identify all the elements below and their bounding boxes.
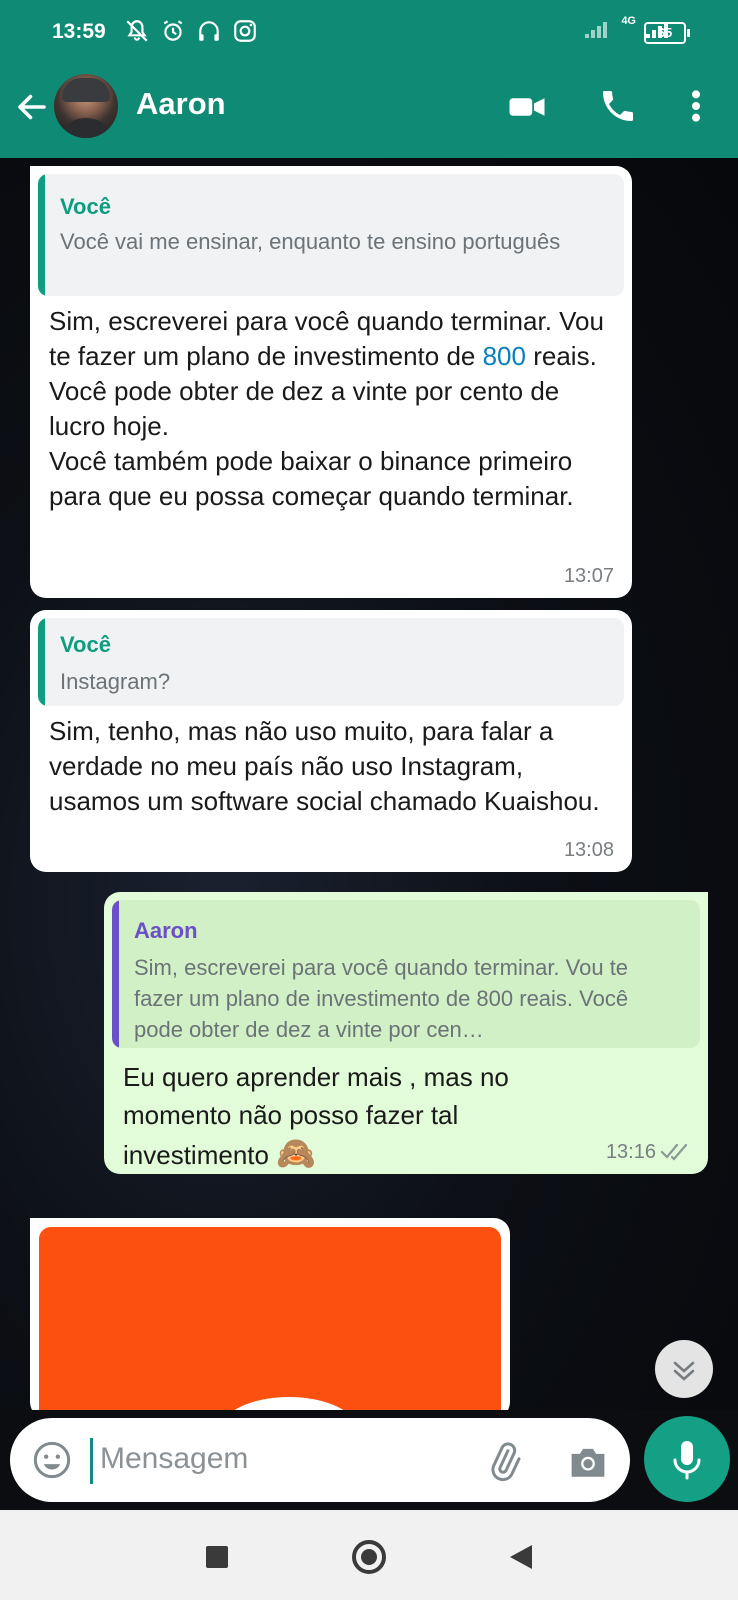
message-composer[interactable]: Mensagem <box>10 1418 630 1502</box>
image-message[interactable] <box>30 1218 510 1410</box>
chat-header: Aaron <box>0 64 738 158</box>
quote-author: Você <box>60 632 111 657</box>
message-input[interactable]: Mensagem <box>100 1442 248 1476</box>
camera-icon[interactable] <box>568 1444 608 1480</box>
scroll-down-icon <box>673 1361 695 1381</box>
alarm-icon <box>163 20 183 41</box>
silent-bell-icon <box>126 20 148 42</box>
chat-area[interactable]: Você Você vai me ensinar, enquanto te en… <box>0 158 738 1410</box>
mic-icon <box>673 1441 701 1480</box>
monkey-emoji-icon: 🙈 <box>276 1135 317 1171</box>
back-button-icon[interactable] <box>508 1543 534 1571</box>
instagram-icon <box>234 20 256 42</box>
attach-icon[interactable] <box>484 1442 524 1482</box>
message-text: Sim, tenho, mas não uso muito, para fala… <box>49 716 600 816</box>
more-options-icon[interactable] <box>680 86 712 126</box>
text-cursor <box>90 1438 93 1484</box>
scroll-to-bottom-button[interactable] <box>655 1340 713 1398</box>
message-incoming[interactable]: Você Você vai me ensinar, enquanto te en… <box>30 166 632 598</box>
emoji-icon[interactable] <box>32 1440 72 1480</box>
phone-call-icon[interactable] <box>598 86 638 126</box>
message-text: Sim, escreverei para você quando termina… <box>49 304 609 514</box>
quoted-message[interactable]: Você Instagram? <box>38 618 624 706</box>
image-preview[interactable] <box>39 1227 501 1410</box>
message-text: Eu quero aprender mais , mas no momento … <box>123 1058 603 1174</box>
battery-level: 65 <box>657 25 673 40</box>
quote-author: Aaron <box>134 918 198 943</box>
system-nav-bar <box>0 1510 738 1600</box>
mic-button[interactable] <box>644 1416 730 1502</box>
number-link[interactable]: 800 <box>483 341 526 371</box>
status-bar: 13:59 4G 65 <box>0 0 738 64</box>
quote-text: Você vai me ensinar, enquanto te ensino … <box>60 229 561 254</box>
quote-text: Sim, escreverei para você quando termina… <box>134 955 629 1042</box>
quoted-message[interactable]: Você Você vai me ensinar, enquanto te en… <box>38 174 624 296</box>
message-time: 13:07 <box>563 565 614 587</box>
message-time: 13:16 <box>605 1141 656 1163</box>
message-time: 13:08 <box>563 839 614 861</box>
quote-author: Você <box>60 194 111 219</box>
network-type: 4G <box>621 15 636 27</box>
recent-apps-button[interactable] <box>206 1546 228 1568</box>
back-arrow-icon[interactable] <box>14 89 50 125</box>
battery-indicator: 65 <box>644 22 690 44</box>
message-outgoing[interactable]: Aaron Sim, escreverei para você quando t… <box>104 892 708 1174</box>
video-call-icon[interactable] <box>506 86 548 128</box>
status-time: 13:59 <box>52 20 106 43</box>
quote-text: Instagram? <box>60 669 171 694</box>
avatar[interactable] <box>54 74 118 138</box>
status-icons <box>124 18 258 44</box>
signal-weak-icon <box>585 22 608 38</box>
home-button[interactable] <box>352 1540 386 1574</box>
quoted-message[interactable]: Aaron Sim, escreverei para você quando t… <box>112 900 700 1048</box>
message-incoming[interactable]: Você Instagram? Sim, tenho, mas não uso … <box>30 610 632 872</box>
read-receipt-icon <box>660 1143 688 1161</box>
contact-name[interactable]: Aaron <box>136 86 226 122</box>
headset-icon <box>199 21 219 41</box>
